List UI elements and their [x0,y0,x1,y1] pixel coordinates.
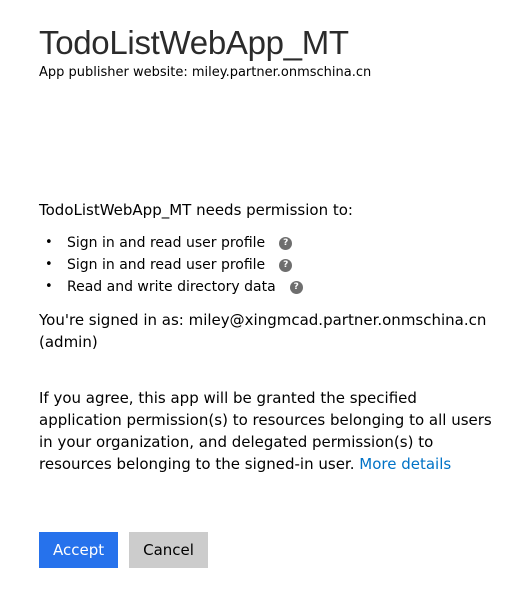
signed-in-account: You're signed in as: miley@xingmcad.part… [39,311,487,351]
question-circle-icon[interactable]: ? [279,258,293,272]
accept-button[interactable]: Accept [39,532,119,568]
permission-item: • Sign in and read user profile ? [39,254,303,276]
more-details-link[interactable]: More details [359,455,451,473]
bullet-icon: • [45,279,53,294]
permission-label: Read and write directory data [67,279,276,295]
bullet-icon: • [45,257,53,272]
consent-dialog: TodoListWebApp_MT App publisher website:… [39,22,509,568]
cancel-button[interactable]: Cancel [129,532,208,568]
question-circle-icon[interactable]: ? [289,280,303,294]
bullet-icon: • [45,235,53,250]
app-title: TodoListWebApp_MT [39,24,349,61]
publisher-website: App publisher website: miley.partner.onm… [39,65,372,80]
permission-item: • Read and write directory data ? [39,276,303,298]
permission-item: • Sign in and read user profile ? [39,232,303,254]
action-buttons: Accept Cancel [39,532,208,568]
question-circle-icon[interactable]: ? [279,236,293,250]
permission-label: Sign in and read user profile [67,235,266,251]
permission-intro: TodoListWebApp_MT needs permission to: [39,201,353,219]
permission-label: Sign in and read user profile [67,257,266,273]
permission-list: • Sign in and read user profile ? • Sign… [39,232,303,298]
consent-text-block: If you agree, this app will be granted t… [39,387,499,475]
